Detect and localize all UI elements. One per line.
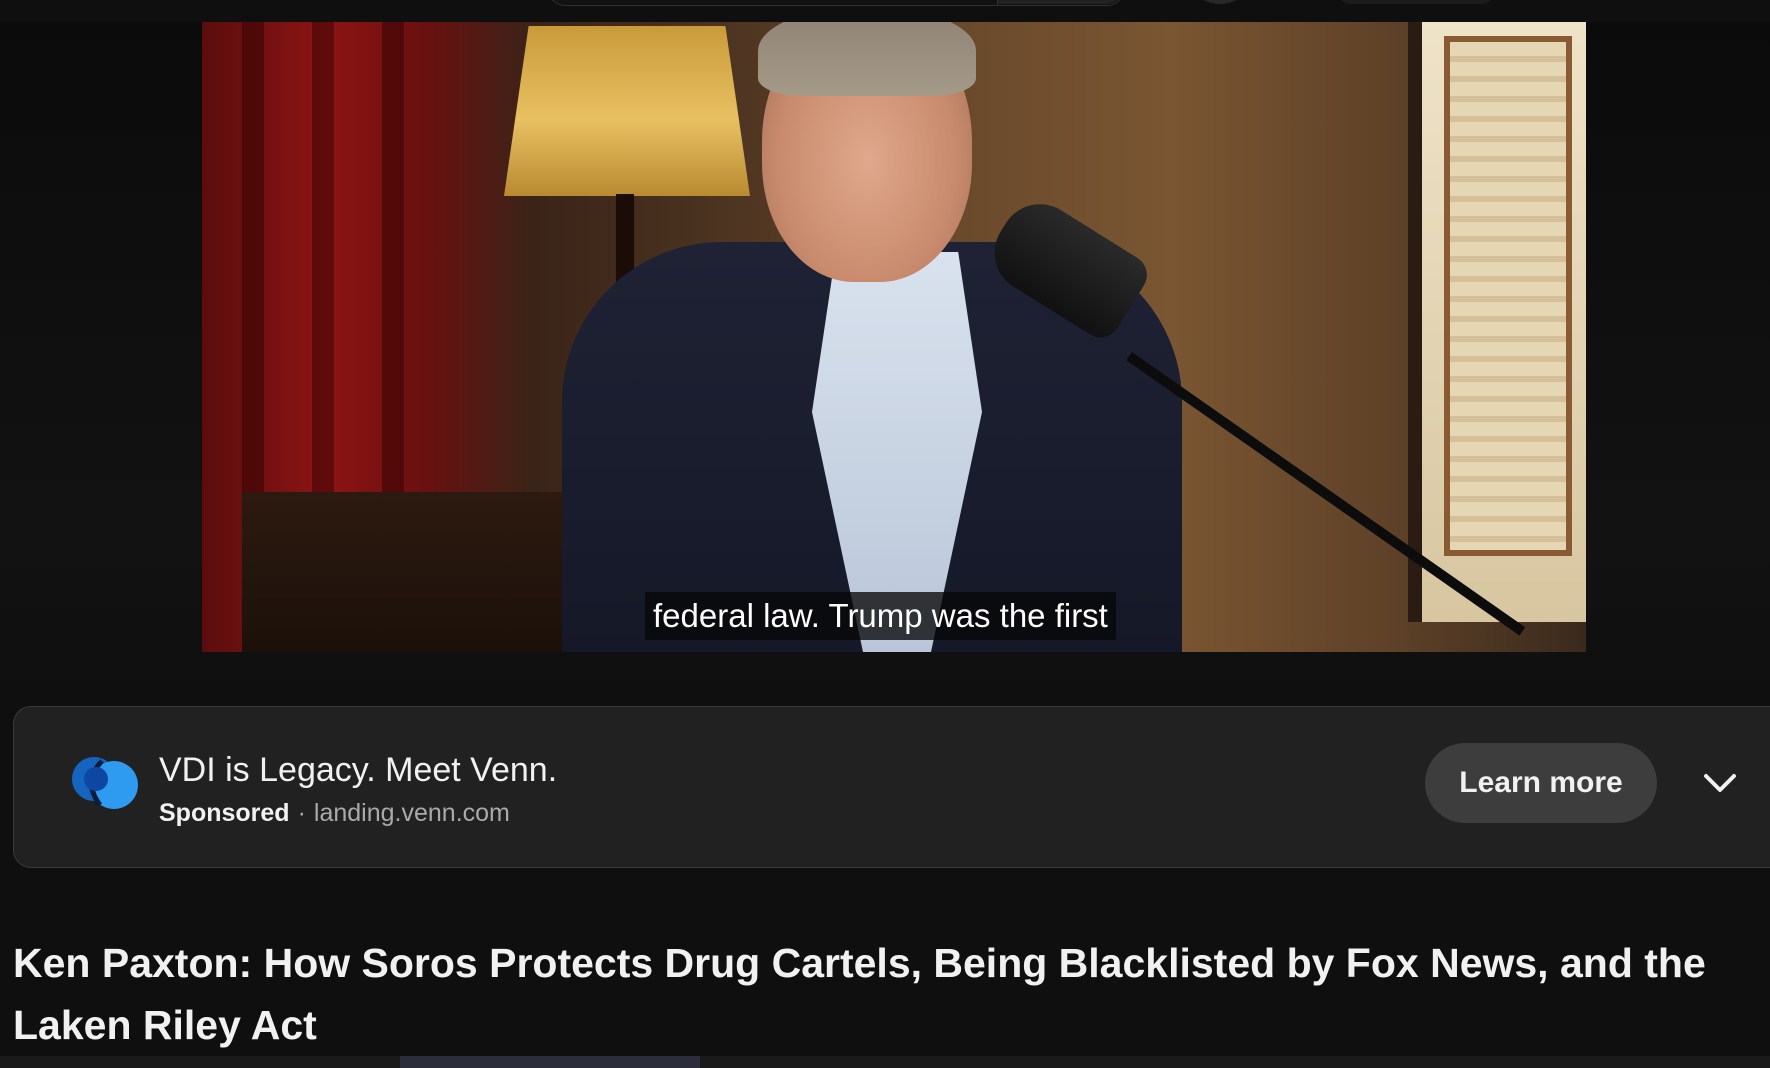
header-action-button[interactable] — [1336, 0, 1496, 4]
meta-separator: · — [297, 799, 306, 827]
youtube-watch-page: federal law. Trump was the first VDI is … — [0, 0, 1770, 1068]
video-caption: federal law. Trump was the first — [645, 592, 1116, 640]
ad-headline[interactable]: VDI is Legacy. Meet Venn. — [159, 749, 557, 791]
venn-logo-icon — [72, 757, 138, 809]
ad-meta: Sponsored · landing.venn.com — [159, 797, 510, 829]
sponsored-label: Sponsored — [159, 799, 290, 827]
speaker-hair — [758, 22, 976, 96]
video-player[interactable] — [202, 22, 1586, 652]
wall-picture-inner — [1444, 36, 1572, 556]
learn-more-button[interactable]: Learn more — [1425, 743, 1657, 823]
curtain-fold — [242, 22, 264, 492]
ad-domain[interactable]: landing.venn.com — [314, 799, 510, 827]
search-button[interactable] — [998, 0, 1122, 4]
curtain-fold — [312, 22, 334, 492]
top-bar — [0, 0, 1770, 22]
bottom-strip — [0, 1056, 1770, 1068]
chevron-down-icon[interactable] — [1696, 759, 1744, 807]
voice-search-button[interactable] — [1196, 0, 1244, 4]
wall-picture — [1408, 22, 1586, 622]
curtain-fold — [382, 22, 404, 492]
sponsored-ad-card[interactable]: VDI is Legacy. Meet Venn. Sponsored · land… — [13, 706, 1770, 868]
video-title: Ken Paxton: How Soros Protects Drug Cart… — [13, 940, 1706, 1048]
lamp-shade — [504, 26, 750, 196]
